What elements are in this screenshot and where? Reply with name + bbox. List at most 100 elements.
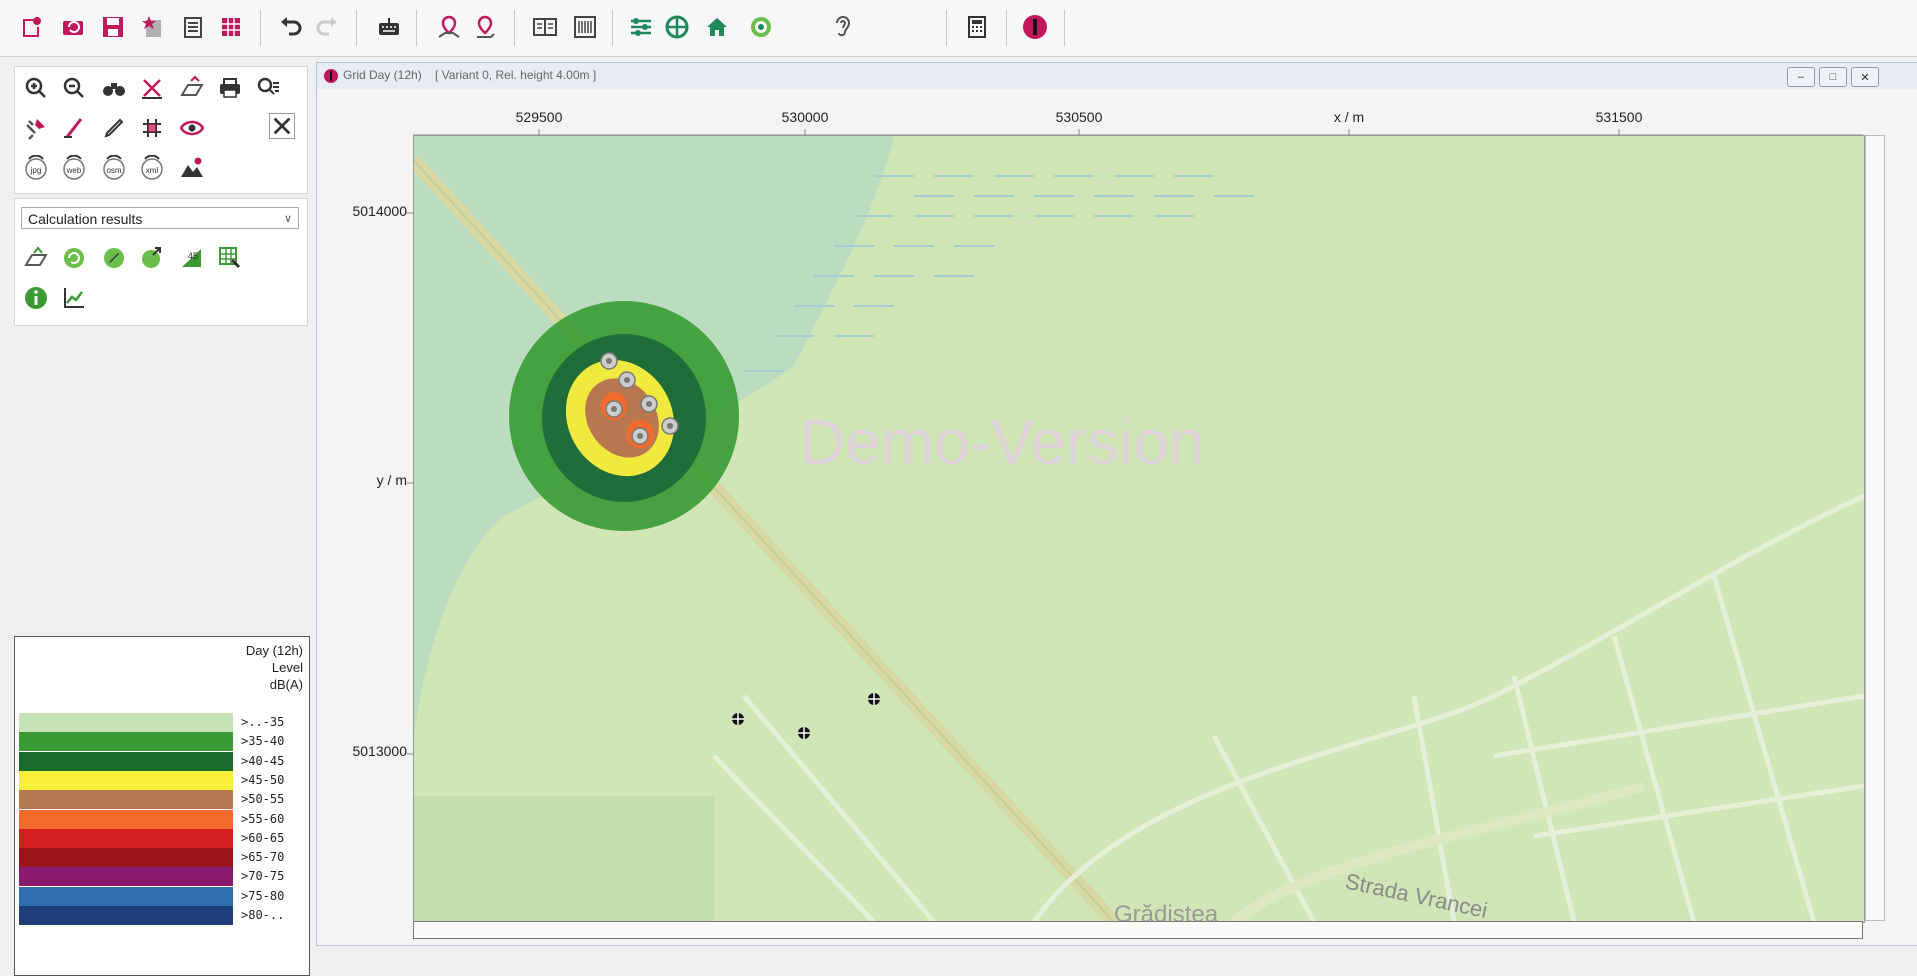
left-panel: jpg web osm xml Calculation results ∨ 45…: [0, 58, 312, 976]
grid-snap-icon[interactable]: [137, 113, 167, 143]
zoom-in-icon[interactable]: [21, 73, 51, 103]
x-axis-label: x / m: [1333, 109, 1365, 125]
print-icon[interactable]: [215, 73, 245, 103]
legend-label: >45-50: [241, 772, 285, 787]
close-icon[interactable]: ✕: [1851, 67, 1879, 87]
barcode-icon[interactable]: [568, 10, 602, 44]
results-45-icon[interactable]: 45: [177, 243, 207, 273]
place-marker-icon[interactable]: [432, 10, 466, 44]
receiver-marker[interactable]: [798, 727, 810, 739]
favorites-icon[interactable]: [136, 10, 170, 44]
chart-icon[interactable]: [59, 283, 89, 313]
layer-icon[interactable]: [177, 73, 207, 103]
results-edit-icon[interactable]: [99, 243, 129, 273]
crosshair-icon[interactable]: [660, 10, 694, 44]
chevron-down-icon: ∨: [283, 213, 292, 225]
results-dropdown[interactable]: Calculation results ∨: [21, 207, 299, 229]
info-icon[interactable]: [21, 283, 51, 313]
horizontal-scrollbar[interactable]: [413, 921, 1863, 939]
export-xml-icon[interactable]: xml: [137, 153, 167, 183]
legend-label: >60-65: [241, 830, 285, 845]
receiver-marker[interactable]: [868, 693, 880, 705]
district-label: Grădiștea: [1114, 901, 1219, 922]
logo-icon[interactable]: [1018, 10, 1052, 44]
legend-item: >45-50: [19, 770, 305, 790]
legend-swatch: [19, 770, 233, 790]
source-marker[interactable]: [618, 371, 636, 389]
calculator-icon[interactable]: [960, 10, 994, 44]
map-svg: Strada Vrancei Grădiștea Demo-Version: [414, 136, 1864, 922]
zoom-list-icon[interactable]: [253, 73, 283, 103]
satellite-icon[interactable]: [21, 113, 51, 143]
legend-swatch: [19, 886, 233, 906]
legend-item: >80-..: [19, 906, 305, 925]
map-tools-box: jpg web osm xml: [14, 66, 308, 194]
x-tick-531500: 531500: [1595, 109, 1643, 125]
legend-item: >50-55: [19, 790, 305, 810]
receiver-marker[interactable]: [732, 713, 744, 725]
maximize-button[interactable]: □: [1819, 67, 1847, 87]
open-project-icon[interactable]: [56, 10, 90, 44]
source-marker[interactable]: [600, 352, 618, 370]
results-table-icon[interactable]: [215, 243, 245, 273]
legend-swatch: [19, 732, 233, 752]
x-tick-530500: 530500: [1055, 109, 1103, 125]
ear-icon[interactable]: [826, 10, 860, 44]
new-project-icon[interactable]: [14, 10, 48, 44]
x-tick-530000: 530000: [781, 109, 829, 125]
legend-swatch: [19, 906, 233, 925]
legend-item: >65-70: [19, 848, 305, 868]
book-icon[interactable]: [528, 10, 562, 44]
export-xml-label: xml: [146, 166, 159, 175]
legend-label: >75-80: [241, 888, 285, 903]
results-layer-icon[interactable]: [21, 243, 51, 273]
legend-item: >70-75: [19, 867, 305, 887]
save-icon[interactable]: [96, 10, 130, 44]
window-logo-icon: [323, 68, 339, 84]
watermark: Demo-Version: [799, 406, 1205, 478]
legend-label: >80-..: [241, 908, 285, 922]
noise-contours: [509, 301, 739, 531]
eye-icon[interactable]: [177, 113, 207, 143]
undo-icon[interactable]: [274, 10, 308, 44]
vertical-scrollbar[interactable]: [1865, 135, 1885, 921]
legend-swatch: [19, 751, 233, 771]
pen-icon[interactable]: [59, 113, 89, 143]
results-45-label: 45: [188, 251, 198, 261]
legend-swatch: [19, 713, 233, 732]
move-marker-icon[interactable]: [468, 10, 502, 44]
minimize-button[interactable]: –: [1787, 67, 1815, 87]
main-toolbar: [0, 0, 1917, 57]
results-refresh-icon[interactable]: [59, 243, 89, 273]
legend-label: >50-55: [241, 792, 285, 807]
source-marker[interactable]: [631, 427, 649, 445]
export-jpg-icon[interactable]: jpg: [21, 153, 51, 183]
zoom-out-icon[interactable]: [59, 73, 89, 103]
source-marker[interactable]: [640, 395, 658, 413]
target-icon[interactable]: [744, 10, 778, 44]
measure-icon[interactable]: [137, 73, 167, 103]
list-icon[interactable]: [176, 10, 210, 44]
settings-sliders-icon[interactable]: [624, 10, 658, 44]
house-icon[interactable]: [700, 10, 734, 44]
export-osm-icon[interactable]: osm: [99, 153, 129, 183]
keyboard-icon[interactable]: [372, 10, 406, 44]
pencil-icon[interactable]: [99, 113, 129, 143]
legend-swatch: [19, 809, 233, 829]
export-web-icon[interactable]: web: [59, 153, 89, 183]
map-canvas[interactable]: Strada Vrancei Grădiștea Demo-Version: [413, 135, 1865, 923]
grid-icon[interactable]: [214, 10, 248, 44]
terrain-icon[interactable]: [177, 153, 207, 183]
legend-title: Day (12h): [245, 643, 303, 658]
binoculars-icon[interactable]: [99, 73, 129, 103]
legend-label: >35-40: [241, 734, 285, 749]
source-marker[interactable]: [661, 417, 679, 435]
legend-unit: dB(A): [269, 677, 303, 692]
legend-label: >55-60: [241, 811, 285, 826]
source-marker[interactable]: [605, 400, 623, 418]
redo-icon[interactable]: [310, 10, 344, 44]
results-export-icon[interactable]: [137, 243, 167, 273]
export-web-label: web: [66, 166, 82, 175]
tools-icon[interactable]: [269, 113, 295, 139]
legend-label: >65-70: [241, 850, 285, 865]
